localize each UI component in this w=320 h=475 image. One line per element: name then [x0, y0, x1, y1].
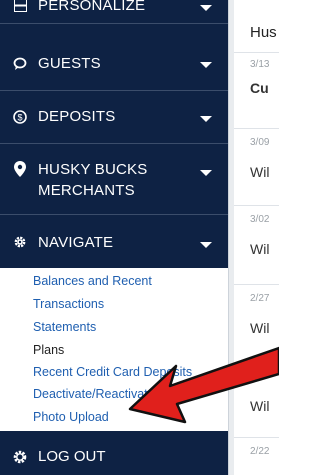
row-date: 2/27 [250, 293, 270, 304]
map-pin-icon [13, 161, 27, 177]
row-date: 3/13 [250, 59, 270, 70]
sidebar-item-label: NAVIGATE [38, 234, 114, 251]
logout-label: LOG OUT [38, 448, 106, 465]
sidebar-item-label: PERSONALIZE [38, 0, 146, 14]
submenu-link-balances[interactable]: Balances and Recent [33, 273, 152, 290]
row-divider [234, 284, 279, 285]
logout-button[interactable]: LOG OUT [0, 440, 228, 475]
svg-text:$: $ [17, 113, 22, 123]
sidebar-item-label-line1: HUSKY BUCKS [38, 161, 148, 178]
row-divider [234, 128, 279, 129]
sidebar-item-personalize[interactable]: PERSONALIZE [0, 0, 228, 24]
submenu-link-statements[interactable]: Statements [33, 319, 96, 336]
list-item[interactable]: 3/02 Wil [250, 214, 279, 257]
sidebar-item-guests[interactable]: GUESTS [0, 37, 228, 91]
page-title: Hus [250, 24, 277, 41]
list-item[interactable]: 2/22 [250, 446, 279, 457]
row-date: 3/09 [250, 137, 270, 148]
sidebar-item-deposits[interactable]: $ DEPOSITS [0, 91, 228, 144]
sidebar-item-label: GUESTS [38, 55, 101, 72]
sidebar-item-husky-bucks-merchants[interactable]: HUSKY BUCKS MERCHANTS [0, 144, 228, 215]
row-date: 2/22 [250, 446, 270, 457]
submenu-link-transactions[interactable]: Transactions [33, 296, 104, 313]
submenu-link-plans[interactable]: Plans [33, 342, 64, 359]
chevron-down-icon [200, 62, 212, 68]
row-divider [234, 205, 279, 206]
settings-cog-icon [12, 449, 28, 470]
red-arrow-annotation [128, 346, 279, 424]
grid-icon [13, 0, 27, 12]
sidebar-item-navigate[interactable]: NAVIGATE [0, 215, 228, 268]
dollar-circle-icon: $ [13, 110, 27, 124]
sidebar-item-label-line2: MERCHANTS [38, 182, 135, 199]
row-divider [234, 437, 279, 438]
row-divider [234, 52, 279, 53]
list-item[interactable]: 3/13 Cu [250, 59, 279, 96]
chevron-down-icon [200, 242, 212, 248]
row-date: 3/02 [250, 214, 270, 225]
sidebar-item-label: DEPOSITS [38, 108, 116, 125]
chevron-down-icon [200, 170, 212, 176]
gear-icon [13, 235, 27, 249]
list-item[interactable]: 3/09 Wil [250, 137, 279, 180]
chevron-down-icon [200, 116, 212, 122]
row-text: Cu [250, 80, 269, 96]
submenu-link-photo-upload[interactable]: Photo Upload [33, 409, 109, 426]
chevron-down-icon [200, 5, 212, 11]
speech-bubble-icon [13, 57, 27, 71]
row-text: Wil [250, 164, 270, 180]
row-text: Wil [250, 241, 270, 257]
